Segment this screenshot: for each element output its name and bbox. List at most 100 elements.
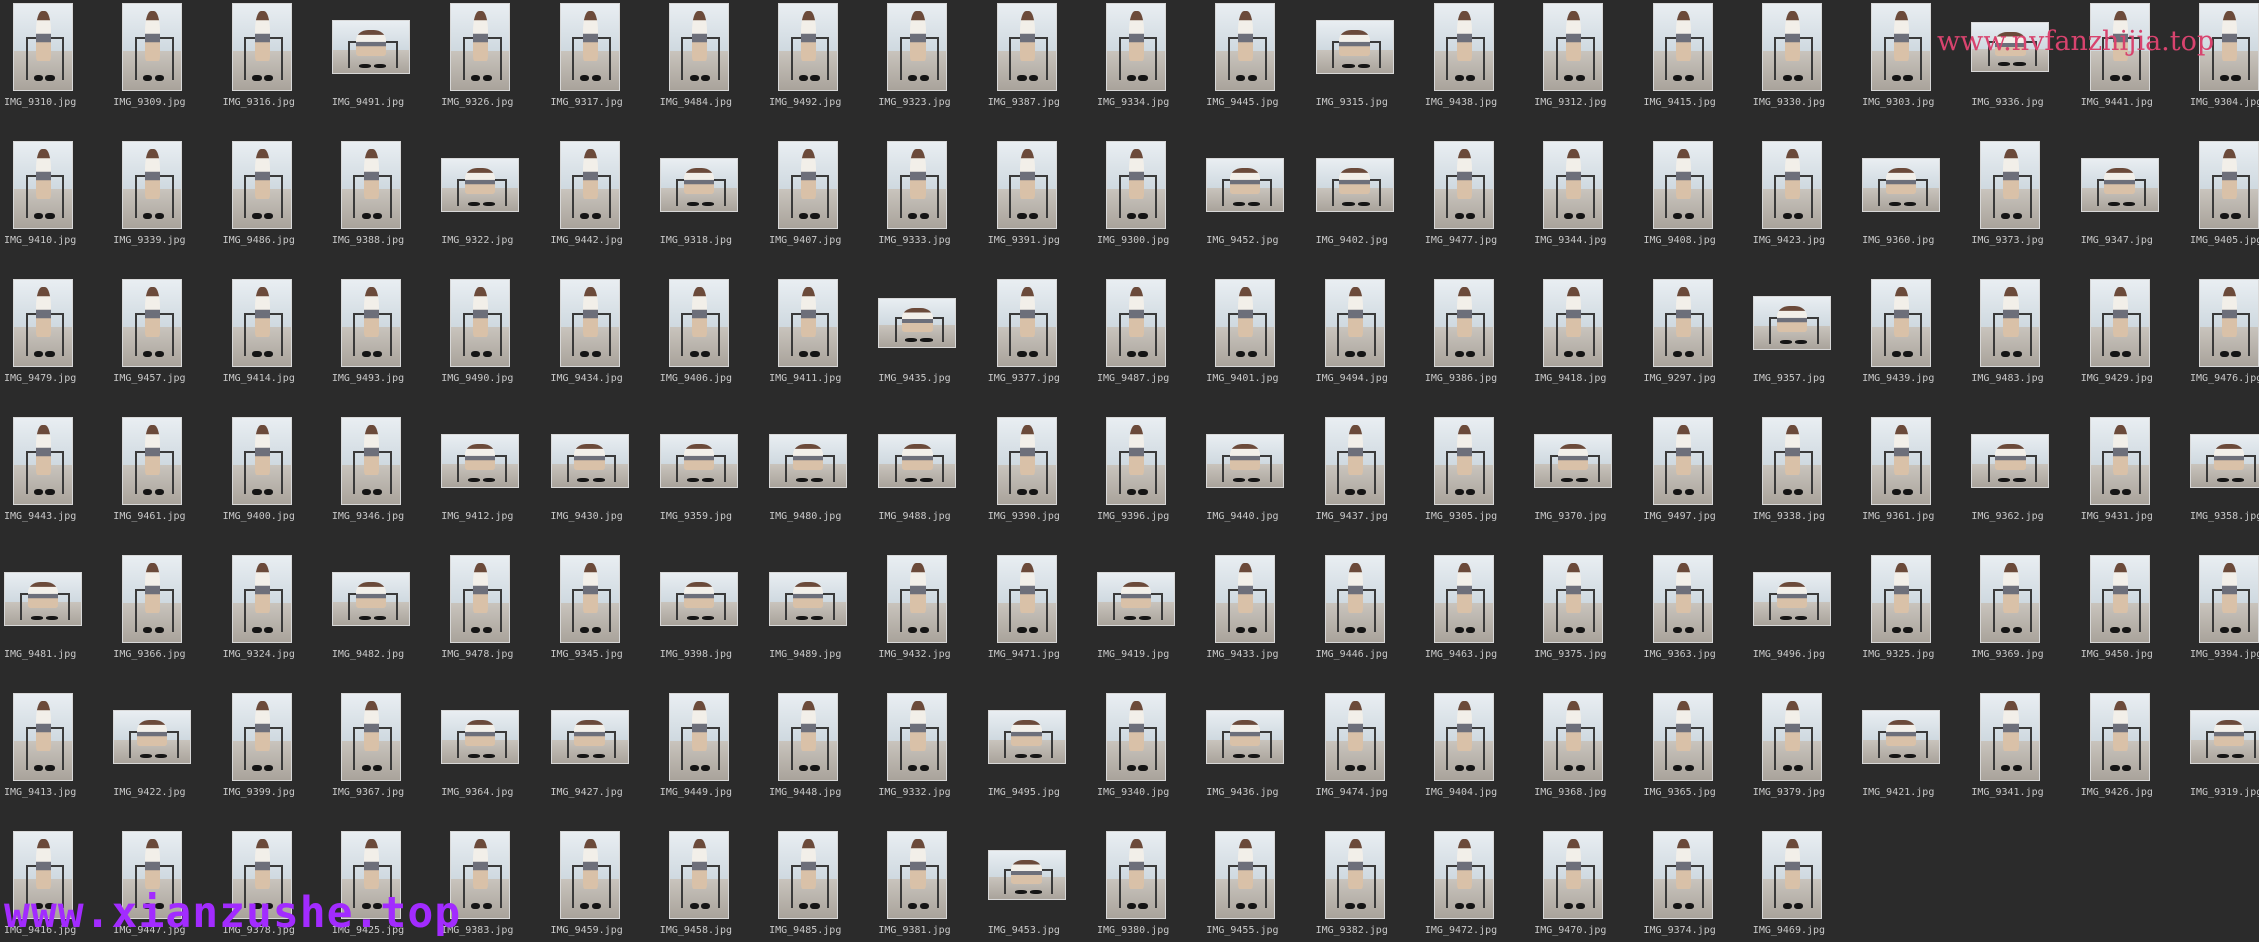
thumbnail-item[interactable]: IMG_9344.jpg (1530, 138, 1639, 276)
thumbnail-item[interactable]: IMG_9400.jpg (219, 414, 328, 552)
thumbnail-frame[interactable] (1640, 138, 1749, 232)
thumbnail-image[interactable] (1761, 3, 1822, 91)
thumbnail-item[interactable]: IMG_9406.jpg (656, 276, 765, 414)
thumbnail-image[interactable] (1106, 141, 1166, 229)
thumbnail-frame[interactable] (1749, 414, 1858, 508)
thumbnail-image[interactable] (450, 3, 511, 91)
thumbnail-item[interactable]: IMG_9394.jpg (2186, 552, 2259, 690)
thumbnail-image[interactable] (1652, 693, 1713, 781)
thumbnail-item[interactable]: IMG_9367.jpg (328, 690, 437, 828)
thumbnail-frame[interactable] (437, 276, 546, 370)
thumbnail-image[interactable] (887, 3, 948, 91)
thumbnail-frame[interactable] (984, 0, 1093, 94)
thumbnail-image[interactable] (996, 279, 1057, 367)
thumbnail-frame[interactable] (765, 690, 874, 784)
thumbnail-image[interactable] (1433, 831, 1494, 919)
thumbnail-frame[interactable] (656, 138, 765, 232)
thumbnail-item[interactable]: IMG_9358.jpg (2186, 414, 2259, 552)
thumbnail-frame[interactable] (1967, 552, 2076, 646)
thumbnail-item[interactable]: IMG_9382.jpg (1312, 828, 1421, 942)
thumbnail-item[interactable]: IMG_9494.jpg (1312, 276, 1421, 414)
thumbnail-image[interactable] (996, 141, 1057, 229)
thumbnail-item[interactable]: IMG_9377.jpg (984, 276, 1093, 414)
thumbnail-frame[interactable] (2077, 690, 2186, 784)
thumbnail-image[interactable] (1433, 555, 1494, 643)
thumbnail-item[interactable]: IMG_9338.jpg (1749, 414, 1858, 552)
thumbnail-item[interactable]: IMG_9402.jpg (1312, 138, 1421, 276)
thumbnail-image[interactable] (1324, 831, 1385, 919)
thumbnail-image[interactable] (1871, 417, 1932, 505)
thumbnail-item[interactable]: IMG_9363.jpg (1640, 552, 1749, 690)
thumbnail-item[interactable]: IMG_9488.jpg (874, 414, 983, 552)
thumbnail-item[interactable]: IMG_9496.jpg (1749, 552, 1858, 690)
thumbnail-item[interactable]: IMG_9445.jpg (1202, 0, 1311, 138)
thumbnail-image[interactable] (550, 710, 629, 764)
thumbnail-image[interactable] (1215, 3, 1276, 91)
thumbnail-image[interactable] (4, 572, 82, 626)
thumbnail-frame[interactable] (547, 0, 656, 94)
thumbnail-frame[interactable] (1421, 276, 1530, 370)
thumbnail-frame[interactable] (219, 552, 328, 646)
thumbnail-frame[interactable] (1093, 828, 1202, 922)
thumbnail-item[interactable]: IMG_9442.jpg (547, 138, 656, 276)
thumbnail-image[interactable] (2190, 710, 2259, 764)
thumbnail-image[interactable] (996, 3, 1057, 91)
thumbnail-item[interactable]: IMG_9476.jpg (2186, 276, 2259, 414)
thumbnail-image[interactable] (1761, 831, 1822, 919)
thumbnail-image[interactable] (1761, 141, 1822, 229)
thumbnail-image[interactable] (987, 850, 1066, 900)
thumbnail-item[interactable]: IMG_9461.jpg (109, 414, 218, 552)
thumbnail-frame[interactable] (984, 690, 1093, 784)
thumbnail-item[interactable]: IMG_9477.jpg (1421, 138, 1530, 276)
thumbnail-frame[interactable] (1421, 690, 1530, 784)
thumbnail-item[interactable]: IMG_9319.jpg (2186, 690, 2259, 828)
thumbnail-item[interactable]: IMG_9426.jpg (2077, 690, 2186, 828)
thumbnail-item[interactable]: IMG_9430.jpg (547, 414, 656, 552)
thumbnail-image[interactable] (1871, 279, 1932, 367)
thumbnail-item[interactable]: IMG_9391.jpg (984, 138, 1093, 276)
thumbnail-item[interactable]: IMG_9360.jpg (1858, 138, 1967, 276)
thumbnail-item[interactable]: IMG_9469.jpg (1749, 828, 1858, 942)
thumbnail-frame[interactable] (0, 276, 109, 370)
thumbnail-frame[interactable] (1421, 0, 1530, 94)
thumbnail-image[interactable] (996, 555, 1057, 643)
thumbnail-frame[interactable] (2077, 414, 2186, 508)
thumbnail-frame[interactable] (547, 552, 656, 646)
thumbnail-frame[interactable] (1640, 414, 1749, 508)
thumbnail-image[interactable] (659, 434, 738, 488)
thumbnail-item[interactable]: IMG_9484.jpg (656, 0, 765, 138)
thumbnail-image[interactable] (1862, 710, 1941, 764)
thumbnail-frame[interactable] (437, 0, 546, 94)
thumbnail-frame[interactable] (1749, 138, 1858, 232)
thumbnail-item[interactable]: IMG_9422.jpg (109, 690, 218, 828)
thumbnail-image[interactable] (1433, 3, 1494, 91)
thumbnail-item[interactable]: IMG_9330.jpg (1749, 0, 1858, 138)
thumbnail-image[interactable] (340, 417, 401, 505)
thumbnail-image[interactable] (13, 693, 73, 781)
thumbnail-item[interactable]: IMG_9479.jpg (0, 276, 109, 414)
thumbnail-frame[interactable] (656, 0, 765, 94)
thumbnail-item[interactable]: IMG_9407.jpg (765, 138, 874, 276)
thumbnail-frame[interactable] (1202, 828, 1311, 922)
thumbnail-image[interactable] (450, 555, 511, 643)
thumbnail-item[interactable]: IMG_9455.jpg (1202, 828, 1311, 942)
thumbnail-item[interactable]: IMG_9478.jpg (437, 552, 546, 690)
thumbnail-image[interactable] (2199, 279, 2259, 367)
thumbnail-item[interactable]: IMG_9440.jpg (1202, 414, 1311, 552)
thumbnail-item[interactable]: IMG_9436.jpg (1202, 690, 1311, 828)
thumbnail-image[interactable] (1752, 572, 1831, 626)
thumbnail-image[interactable] (1324, 279, 1385, 367)
thumbnail-frame[interactable] (1093, 276, 1202, 370)
thumbnail-frame[interactable] (0, 0, 109, 94)
thumbnail-frame[interactable] (1312, 0, 1421, 94)
thumbnail-item[interactable]: IMG_9482.jpg (328, 552, 437, 690)
thumbnail-frame[interactable] (1202, 276, 1311, 370)
thumbnail-frame[interactable] (1530, 690, 1639, 784)
thumbnail-image[interactable] (887, 693, 948, 781)
thumbnail-frame[interactable] (547, 828, 656, 922)
thumbnail-image[interactable] (441, 710, 520, 764)
thumbnail-item[interactable]: IMG_9310.jpg (0, 0, 109, 138)
thumbnail-item[interactable]: IMG_9439.jpg (1858, 276, 1967, 414)
thumbnail-image[interactable] (987, 710, 1066, 764)
thumbnail-item[interactable]: IMG_9427.jpg (547, 690, 656, 828)
